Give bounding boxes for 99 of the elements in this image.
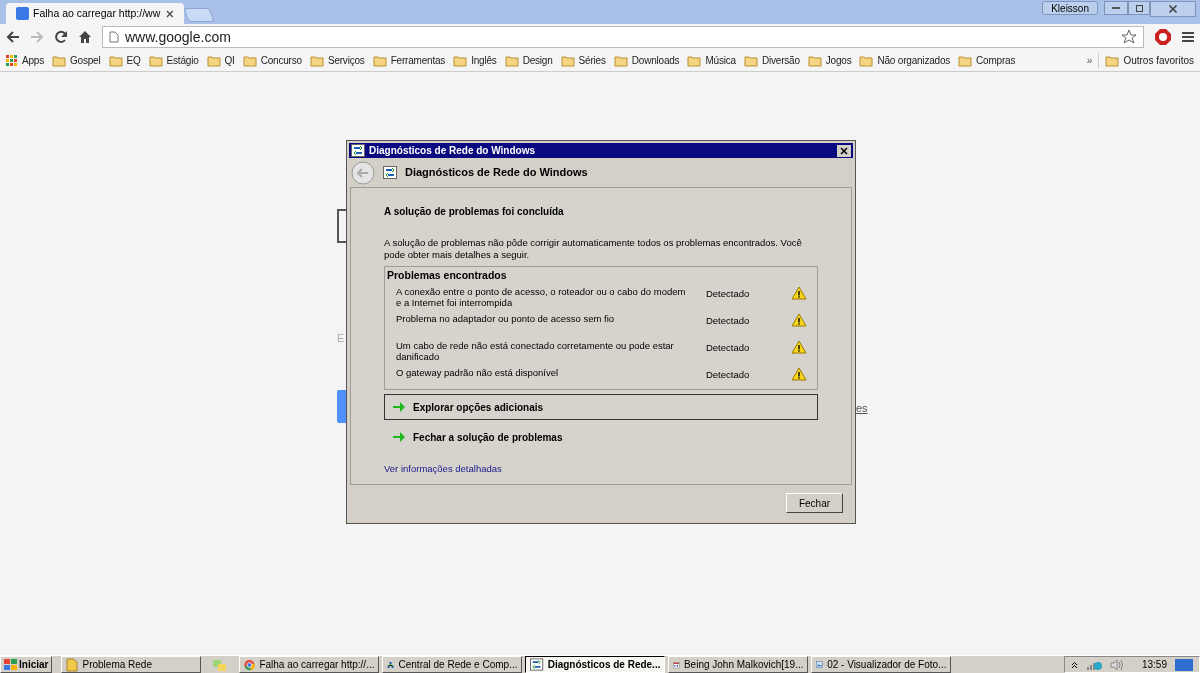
- folder-icon: [66, 657, 79, 672]
- google-icon: [16, 7, 29, 20]
- folder-icon: [859, 54, 874, 67]
- folder-icon: [148, 54, 163, 67]
- problem-status: Detectado: [705, 313, 751, 328]
- bookmark[interactable]: Estágio: [148, 53, 199, 68]
- page-text-fragment: E: [337, 331, 345, 346]
- reload-icon[interactable]: [54, 30, 68, 44]
- problem-status: Detectado: [705, 340, 751, 355]
- start-button[interactable]: Iniciar: [0, 656, 53, 673]
- folder-icon: [807, 54, 822, 67]
- bookmark[interactable]: Apps: [6, 53, 44, 68]
- taskbar-button[interactable]: Diagnósticos de Rede...: [525, 656, 666, 673]
- taskbar-button[interactable]: 02 - Visualizador de Foto...: [811, 656, 952, 673]
- close-window-button[interactable]: [1150, 1, 1196, 17]
- bookmark[interactable]: Música: [687, 53, 736, 68]
- bookmark[interactable]: QI: [206, 53, 235, 68]
- speaker-icon[interactable]: [1109, 658, 1124, 671]
- folder-icon: [743, 54, 758, 67]
- taskbar-button[interactable]: Central de Rede e Comp...: [382, 656, 523, 673]
- problem-text: Problema no adaptador ou ponto de acesso sem fio: [396, 312, 616, 324]
- profile-name[interactable]: Kleisson: [1042, 1, 1098, 15]
- close-button[interactable]: [837, 144, 851, 157]
- network-icon: [530, 658, 544, 671]
- minimize-button[interactable]: [1104, 1, 1128, 15]
- bookmark[interactable]: Séries: [560, 53, 606, 68]
- photo-viewer-icon: [816, 658, 824, 671]
- bookmark[interactable]: Compras: [958, 53, 1016, 68]
- apps-grid-icon: [6, 54, 18, 67]
- bookmark[interactable]: EQ: [108, 53, 141, 68]
- menu-icon[interactable]: [1182, 31, 1194, 43]
- folder-icon: [504, 54, 519, 67]
- star-icon[interactable]: [1121, 29, 1137, 45]
- folder-icon: [687, 54, 702, 67]
- warning-icon: [791, 339, 807, 354]
- problems-title: Problemas encontrados: [387, 268, 508, 283]
- url-text: www.google.com: [125, 27, 232, 47]
- close-icon[interactable]: [166, 9, 174, 18]
- app-icon: [351, 144, 365, 157]
- close-dialog-button[interactable]: Fechar: [786, 493, 843, 513]
- folder-icon: [206, 54, 221, 67]
- page-link-fragment[interactable]: es: [856, 400, 868, 417]
- address-bar[interactable]: www.google.com: [102, 26, 1144, 48]
- dialog-heading: A solução de problemas foi concluída: [384, 205, 565, 219]
- bookmark[interactable]: Design: [504, 53, 553, 68]
- browser-icon: [244, 657, 256, 672]
- action-link[interactable]: Fechar a solução de problemas: [384, 424, 818, 450]
- home-icon[interactable]: [78, 30, 92, 44]
- warning-icon: [791, 366, 807, 381]
- folder-icon: [958, 54, 973, 67]
- restore-button[interactable]: [1128, 1, 1150, 15]
- tab-title: Falha ao carregar http://ww: [33, 5, 162, 21]
- warning-icon: [791, 312, 807, 327]
- folder-icon: [108, 54, 123, 67]
- folder-icon: [560, 54, 575, 67]
- dialog-header: Diagnósticos de Rede do Windows: [405, 165, 588, 181]
- action-link[interactable]: Explorar opções adicionais: [384, 394, 818, 420]
- bookmark[interactable]: Downloads: [613, 53, 680, 68]
- show-desktop-icon[interactable]: [1175, 658, 1193, 671]
- stop-hand-icon[interactable]: [1154, 28, 1172, 46]
- folder-icon: [453, 54, 468, 67]
- warning-icon: [791, 285, 807, 300]
- bookmark[interactable]: Inglês: [453, 53, 497, 68]
- folder-icon: [309, 54, 324, 67]
- arrow-icon: [392, 431, 406, 443]
- problem-text: Um cabo de rede não está conectado corretamente ou pode estar danificado: [396, 339, 675, 362]
- folder-icon: [372, 54, 387, 67]
- description-text: A solução de problemas não pôde corrigir automaticamente todos os problemas encontrados. Você pode obter mais detalhes a seguir.: [384, 237, 803, 261]
- bookmark[interactable]: Não organizados: [859, 53, 951, 68]
- window-title: Diagnósticos de Rede do Windows: [369, 144, 537, 158]
- problem-text: O gateway padrão não está disponível: [396, 366, 560, 378]
- taskbar-button[interactable]: Being John Malkovich[19...: [668, 656, 809, 673]
- bookmark[interactable]: Gospel: [52, 53, 101, 68]
- arrow-icon: [392, 401, 406, 413]
- folder-icon: [1105, 54, 1120, 67]
- bookmark[interactable]: Jogos: [807, 53, 852, 68]
- clock: 13:59: [1141, 658, 1167, 672]
- bookmark[interactable]: Concurso: [242, 53, 302, 68]
- folder-icon: [242, 54, 257, 67]
- problem-status: Detectado: [705, 286, 751, 301]
- bookmark[interactable]: Serviços: [309, 53, 365, 68]
- page-button-fragment: [337, 390, 346, 423]
- bookmark[interactable]: Diversão: [743, 53, 800, 68]
- more-bookmarks-button[interactable]: »: [1086, 53, 1093, 68]
- taskbar-button[interactable]: Falha ao carregar http://...: [239, 656, 380, 673]
- back-icon[interactable]: [6, 30, 20, 44]
- browser-tab[interactable]: Falha ao carregar http://ww: [6, 3, 184, 24]
- problem-text: A conexão entre o ponto de acesso, o roteador ou o cabo do modem e a Internet foi interrompida: [396, 285, 687, 308]
- chevron-up-icon[interactable]: [1070, 660, 1078, 669]
- taskbar-button[interactable]: Problema Rede: [61, 656, 202, 673]
- app-icon: [383, 166, 397, 179]
- windows-logo-icon: [4, 658, 17, 671]
- problem-status: Detectado: [705, 367, 751, 382]
- folder-icon: [52, 54, 66, 67]
- bookmark[interactable]: Ferramentas: [372, 53, 446, 68]
- other-bookmarks[interactable]: Outros favoritos: [1098, 53, 1194, 68]
- folder-icon: [613, 54, 628, 67]
- page-icon: [109, 31, 119, 43]
- details-link[interactable]: Ver informações detalhadas: [384, 462, 818, 477]
